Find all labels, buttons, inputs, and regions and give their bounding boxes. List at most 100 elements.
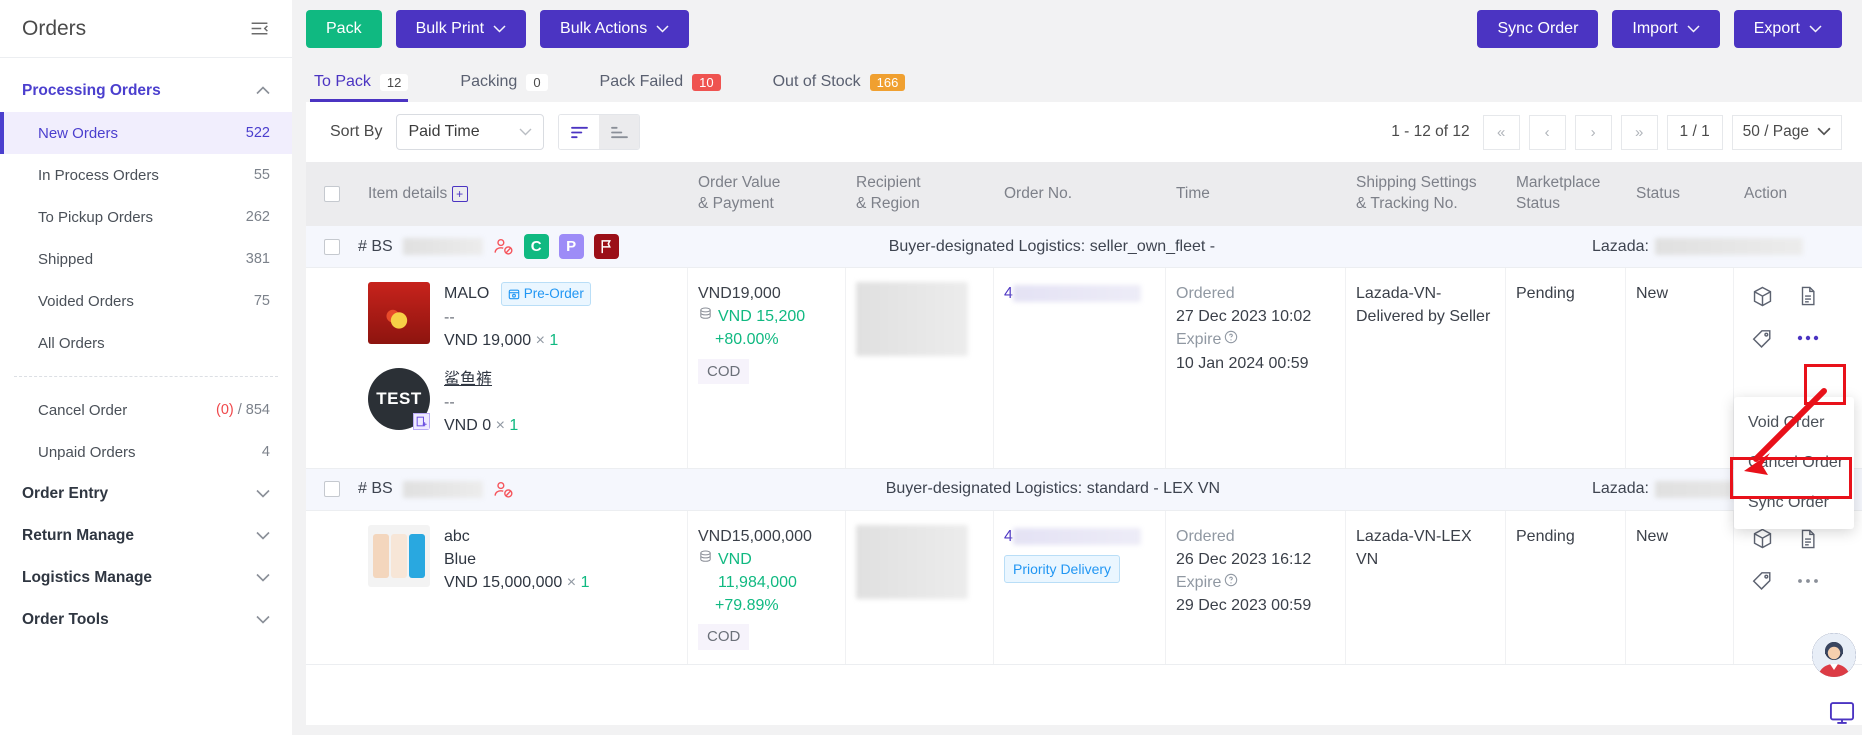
user-blocked-icon[interactable] xyxy=(493,236,514,257)
product-thumbnail-phones-image[interactable] xyxy=(368,524,430,587)
prev-page-button[interactable]: ‹ xyxy=(1528,114,1566,150)
sort-ascending-icon[interactable] xyxy=(559,115,600,149)
sidebar-item-voided-orders[interactable]: Voided Orders 75 xyxy=(0,280,292,322)
select-all-checkbox[interactable] xyxy=(324,186,340,202)
header-recipient: Recipient & Region xyxy=(846,173,994,215)
sidebar-item-cancel-order[interactable]: Cancel Order (0) / 854 xyxy=(0,389,292,431)
sidebar-item-count: (0) / 854 xyxy=(216,402,270,418)
support-agent-avatar[interactable] xyxy=(1812,633,1856,677)
sidebar-group-return-manage[interactable]: Return Manage xyxy=(0,515,292,557)
sort-descending-icon[interactable] xyxy=(599,115,640,149)
header-shipping-settings: Shipping Settings & Tracking No. xyxy=(1346,173,1506,215)
collapse-panel-icon[interactable] xyxy=(248,18,270,40)
order-id-prefix: # BS xyxy=(358,237,393,255)
export-label: Export xyxy=(1753,20,1800,37)
first-page-button[interactable]: « xyxy=(1482,114,1520,150)
header-marketplace-line1: Marketplace xyxy=(1516,174,1601,192)
product-quantity: 1 xyxy=(509,417,519,435)
bundle-icon xyxy=(413,412,430,430)
page-size-select[interactable]: 50 / Page xyxy=(1731,114,1842,150)
product-thumbnail-test-logo-image[interactable]: TEST xyxy=(368,367,430,430)
page-number-input[interactable]: 1 / 1 xyxy=(1666,114,1723,150)
sort-direction-group xyxy=(558,114,641,150)
bulk-actions-label: Bulk Actions xyxy=(560,20,648,37)
tab-out-of-stock[interactable]: Out of Stock 166 xyxy=(769,73,932,102)
more-options-icon[interactable] xyxy=(1796,569,1820,593)
row-order-no: 4 Priority Delivery xyxy=(994,510,1166,664)
package-icon[interactable] xyxy=(1750,284,1774,308)
menu-item-void-order[interactable]: Void Order xyxy=(1734,403,1854,443)
last-page-button[interactable]: » xyxy=(1620,114,1658,150)
marketplace-label: Lazada: xyxy=(1592,480,1649,497)
sidebar-item-shipped[interactable]: Shipped 381 xyxy=(0,238,292,280)
product-price: VND 15,000,000 xyxy=(444,573,563,591)
document-icon[interactable] xyxy=(1796,527,1820,551)
sidebar-group-logistics-manage[interactable]: Logistics Manage xyxy=(0,557,292,599)
flag-icon xyxy=(593,234,619,259)
sidebar-group-order-tools[interactable]: Order Tools xyxy=(0,599,292,641)
sync-order-button[interactable]: Sync Order xyxy=(1477,10,1599,48)
export-button[interactable]: Export xyxy=(1733,10,1842,48)
import-button[interactable]: Import xyxy=(1612,10,1720,48)
order-number-prefix[interactable]: 4 xyxy=(1004,285,1013,302)
pack-button[interactable]: Pack xyxy=(306,10,382,48)
multiply-sign: × xyxy=(535,331,545,349)
sort-by-select[interactable]: Paid Time xyxy=(396,114,545,150)
multiply-sign: × xyxy=(495,417,505,435)
menu-item-cancel-order[interactable]: Cancel Order xyxy=(1734,443,1854,483)
order-group-header: # BS C P Buyer-designated Logistics: sel… xyxy=(306,226,1862,268)
chevron-down-icon xyxy=(493,22,506,36)
header-marketplace-status: Marketplace Status xyxy=(1506,173,1626,215)
product-variant: Blue xyxy=(444,550,477,568)
tab-to-pack[interactable]: To Pack 12 xyxy=(310,73,434,102)
product-name[interactable]: MALO xyxy=(444,285,489,302)
row-marketplace-status: Pending xyxy=(1506,510,1626,664)
header-item-details: Item details + xyxy=(358,184,688,205)
settlement-line: VND 15,200 xyxy=(698,305,835,328)
header-order-value-line1: Order Value xyxy=(698,174,781,192)
order-group-header: # BS Buyer-designated Logistics: standar… xyxy=(306,468,1862,511)
tab-pack-failed[interactable]: Pack Failed 10 xyxy=(596,73,747,102)
product-name[interactable]: abc xyxy=(444,525,589,548)
help-circle-icon[interactable] xyxy=(1224,571,1238,594)
product-price-line: VND 19,000 × 1 xyxy=(444,329,591,352)
help-circle-icon[interactable] xyxy=(1224,328,1238,351)
sidebar-item-count: 4 xyxy=(261,444,270,460)
user-blocked-icon[interactable] xyxy=(493,479,514,500)
bulk-print-button[interactable]: Bulk Print xyxy=(395,10,527,48)
next-page-button[interactable]: › xyxy=(1574,114,1612,150)
document-icon[interactable] xyxy=(1796,284,1820,308)
product-info: MALO Pre-Order -- VND 19,000 × 1 xyxy=(444,282,591,352)
sidebar-item-all-orders[interactable]: All Orders xyxy=(0,322,292,364)
product-price: VND 0 xyxy=(444,417,492,435)
product-name[interactable]: 鲨鱼裤 xyxy=(444,368,518,391)
bulk-actions-button[interactable]: Bulk Actions xyxy=(540,10,690,48)
menu-item-sync-order[interactable]: Sync Order xyxy=(1734,483,1854,523)
tab-packing[interactable]: Packing 0 xyxy=(456,73,573,102)
sidebar: Orders Processing Orders New Orders 522 … xyxy=(0,0,292,735)
settlement-line: VND 11,984,000 xyxy=(698,548,835,594)
order-row-checkbox[interactable] xyxy=(324,481,340,497)
sidebar-item-new-orders[interactable]: New Orders 522 xyxy=(0,112,292,154)
bulk-print-label: Bulk Print xyxy=(415,20,485,37)
package-icon[interactable] xyxy=(1750,527,1774,551)
order-select-cell xyxy=(306,481,358,497)
row-order-no: 4 xyxy=(994,268,1166,468)
add-column-icon[interactable]: + xyxy=(451,185,468,202)
tab-label: To Pack xyxy=(314,73,371,90)
tag-icon[interactable] xyxy=(1750,569,1774,593)
sidebar-item-in-process-orders[interactable]: In Process Orders 55 xyxy=(0,154,292,196)
sidebar-item-unpaid-orders[interactable]: Unpaid Orders 4 xyxy=(0,431,292,473)
margin-percent: +80.00% xyxy=(715,331,779,349)
order-number-prefix[interactable]: 4 xyxy=(1004,528,1013,545)
multiply-sign: × xyxy=(566,573,577,591)
sidebar-group-processing-orders[interactable]: Processing Orders xyxy=(0,70,292,112)
tag-icon[interactable] xyxy=(1750,326,1774,350)
row-recipient xyxy=(846,268,994,468)
feedback-panel-icon[interactable] xyxy=(1828,699,1858,729)
order-row-checkbox[interactable] xyxy=(324,238,340,255)
sidebar-group-order-entry[interactable]: Order Entry xyxy=(0,473,292,515)
sidebar-item-to-pickup-orders[interactable]: To Pickup Orders 262 xyxy=(0,196,292,238)
product-thumbnail-noodle-packet-image[interactable] xyxy=(368,282,430,344)
more-options-icon[interactable] xyxy=(1796,326,1820,350)
